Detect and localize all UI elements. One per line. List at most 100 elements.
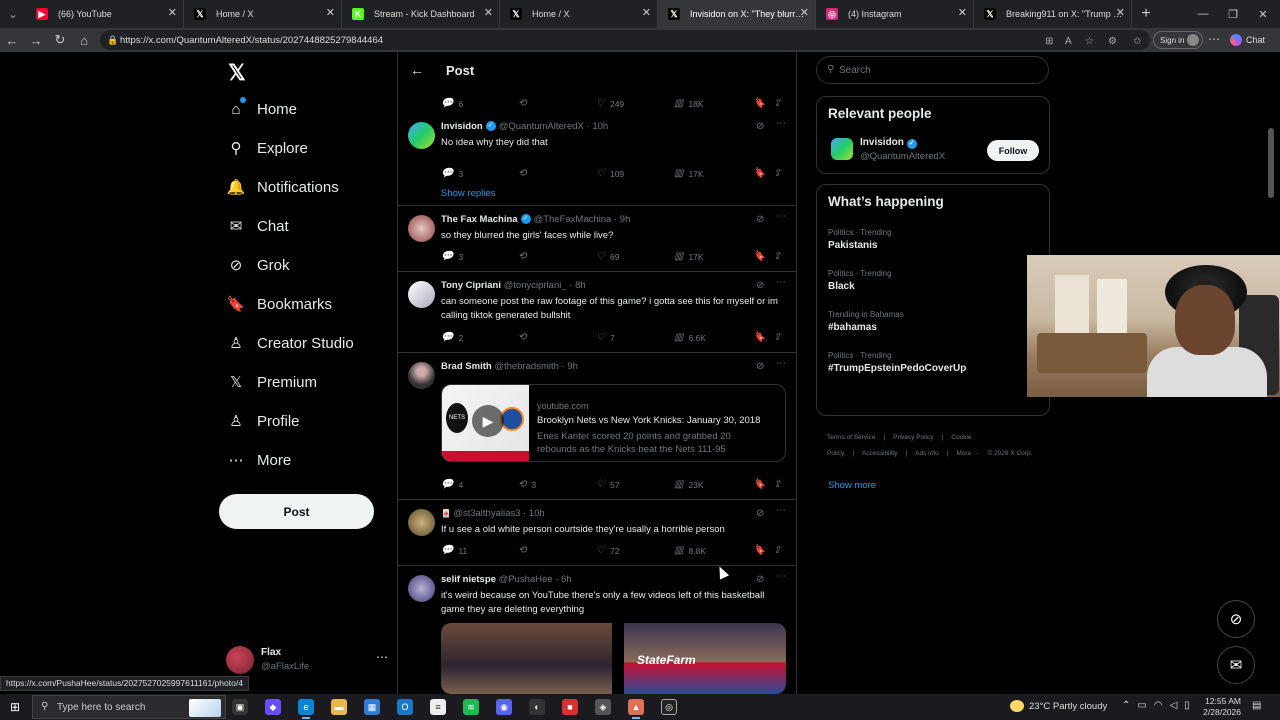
grok-explain-icon[interactable]: ⊘ bbox=[756, 574, 764, 585]
repost-button[interactable]: ⟲ bbox=[518, 98, 526, 109]
tweet-time[interactable]: 9h bbox=[567, 361, 578, 372]
favorites-icon[interactable]: ✩ bbox=[1133, 36, 1141, 47]
tweet-author-handle[interactable]: @QuantumAlteredX bbox=[499, 121, 584, 132]
bookmark-button[interactable]: 🔖 bbox=[753, 332, 765, 343]
show-more-link[interactable]: Show more bbox=[828, 480, 876, 491]
close-tab-icon[interactable]: ✕ bbox=[1116, 6, 1125, 19]
like-button[interactable]: ♡ 109 bbox=[596, 168, 624, 179]
tweet-time[interactable]: 8h bbox=[575, 280, 586, 291]
bookmark-button[interactable]: 🔖 bbox=[753, 545, 765, 556]
address-bar[interactable]: 🔒 https://x.com/QuantumAlteredX/status/2… bbox=[100, 30, 1150, 50]
tweet-time[interactable]: 10h bbox=[529, 508, 545, 519]
avatar[interactable] bbox=[408, 509, 435, 536]
views-button[interactable]: ▥ 17K bbox=[674, 168, 704, 179]
show-replies-link[interactable]: Show replies bbox=[441, 188, 495, 199]
nav-item-premium[interactable]: 𝕏 Premium bbox=[226, 365, 317, 399]
bookmark-button[interactable]: 🔖 bbox=[753, 251, 765, 262]
forward-button[interactable]: → bbox=[24, 28, 48, 52]
notepad-icon[interactable]: ≡ bbox=[430, 699, 446, 715]
bookmark-button[interactable]: 🔖 bbox=[753, 479, 765, 490]
edge-browser-icon[interactable]: e bbox=[298, 699, 314, 719]
share-button[interactable]: ⇪ bbox=[773, 545, 781, 556]
share-button[interactable]: ⇪ bbox=[773, 98, 781, 109]
avatar[interactable] bbox=[408, 575, 435, 602]
views-button[interactable]: ▥ 18K bbox=[674, 98, 704, 109]
footer-link[interactable]: Ads info bbox=[915, 450, 939, 457]
x-logo-icon[interactable]: 𝕏 bbox=[228, 60, 246, 86]
tweet-author-name[interactable]: Brad Smith bbox=[441, 361, 492, 372]
browser-tab[interactable]: 𝕏 Breaking911 on X: "Trump on his✕ bbox=[974, 0, 1132, 28]
post-button[interactable]: Post bbox=[219, 494, 374, 529]
browser-tab[interactable]: ▶ (66) YouTube ✕ bbox=[26, 0, 184, 28]
favorite-star-icon[interactable]: ☆ bbox=[1085, 36, 1094, 47]
like-button[interactable]: ♡ 249 bbox=[596, 98, 624, 109]
task-view-icon[interactable]: ▣ bbox=[232, 699, 248, 715]
streaming-app-icon[interactable]: ▲ bbox=[628, 699, 644, 719]
avatar[interactable] bbox=[408, 362, 435, 389]
media-app-icon[interactable]: ◐ bbox=[529, 699, 545, 715]
views-button[interactable]: ▥ 23K bbox=[674, 479, 704, 490]
nav-item-explore[interactable]: ⚲ Explore bbox=[226, 131, 308, 165]
reply-button[interactable]: 💬 11 bbox=[441, 545, 467, 556]
follow-button[interactable]: Follow bbox=[987, 140, 1039, 161]
close-window-button[interactable]: ✕ bbox=[1248, 0, 1278, 28]
grok-explain-icon[interactable]: ⊘ bbox=[756, 280, 764, 291]
wifi-icon[interactable]: ◠ bbox=[1154, 700, 1163, 711]
grok-fab-icon[interactable]: ⊘ bbox=[1217, 600, 1255, 638]
avatar[interactable] bbox=[831, 138, 853, 160]
outlook-icon[interactable]: O bbox=[397, 699, 413, 715]
close-tab-icon[interactable]: ✕ bbox=[168, 6, 177, 19]
views-button[interactable]: ▥ 8.8K bbox=[674, 545, 706, 556]
reply-button[interactable]: 💬 3 bbox=[441, 168, 463, 179]
grok-explain-icon[interactable]: ⊘ bbox=[756, 508, 764, 519]
file-explorer-icon[interactable]: ▬ bbox=[331, 699, 347, 715]
tweet-author-handle[interactable]: @tonycipriani_ bbox=[504, 280, 567, 291]
trend-item[interactable]: Trending in Bahamas #bahamas bbox=[828, 310, 1038, 333]
tab-list-button[interactable]: ⌄ bbox=[0, 0, 26, 28]
trend-item[interactable]: Politics · Trending Black bbox=[828, 269, 1038, 292]
search-input[interactable]: ⚲ Search bbox=[816, 56, 1049, 84]
copilot-app-icon[interactable]: ◆ bbox=[265, 699, 281, 715]
repost-button[interactable]: ⟲ bbox=[518, 251, 531, 262]
network-icon[interactable]: ▭ bbox=[1137, 700, 1146, 711]
media-photo-1[interactable] bbox=[441, 623, 612, 694]
tweet-author-name[interactable]: Tony Cipriani bbox=[441, 280, 501, 291]
weather-widget[interactable]: 23°C Partly cloudy bbox=[1010, 700, 1107, 712]
browser-tab[interactable]: 𝕏 Invisidon on X: "They blurred out✕ bbox=[658, 0, 816, 28]
tweet-time[interactable]: 9h bbox=[620, 214, 631, 225]
avatar[interactable] bbox=[408, 122, 435, 149]
store-icon[interactable]: ▦ bbox=[364, 699, 380, 715]
like-button[interactable]: ♡ 7 bbox=[596, 332, 615, 343]
copilot-chat-button[interactable]: Chat bbox=[1230, 31, 1265, 49]
play-icon[interactable]: ▶ bbox=[472, 405, 504, 437]
nav-item-grok[interactable]: ⊘ Grok bbox=[226, 248, 290, 282]
back-button[interactable]: ← bbox=[0, 28, 24, 52]
taskbar-search-input[interactable]: ⚲ Type here to search bbox=[32, 695, 226, 719]
sign-in-button[interactable]: Sign in bbox=[1153, 31, 1203, 49]
reply-button[interactable]: 💬 3 bbox=[441, 251, 463, 262]
repost-button[interactable]: ⟲ bbox=[518, 332, 531, 343]
tweet-time[interactable]: 10h bbox=[592, 121, 608, 132]
avatar[interactable] bbox=[408, 281, 435, 308]
like-button[interactable]: ♡ 57 bbox=[596, 479, 619, 490]
obs-icon[interactable]: ◎ bbox=[661, 699, 677, 715]
grok-explain-icon[interactable]: ⊘ bbox=[756, 361, 764, 372]
close-tab-icon[interactable]: ✕ bbox=[958, 6, 967, 19]
back-arrow-icon[interactable]: ← bbox=[410, 62, 424, 78]
share-button[interactable]: ⇪ bbox=[773, 251, 781, 262]
windows-start-icon[interactable]: ⊞ bbox=[10, 700, 20, 714]
trend-item[interactable]: Politics · Trending Pakistanis bbox=[828, 228, 1038, 251]
tweet-author-handle[interactable]: @thebradsmith bbox=[494, 361, 559, 372]
taskbar-clock[interactable]: 12:55 AM 2/28/2026 bbox=[1203, 696, 1241, 718]
tweet-more-icon[interactable]: ⋯ bbox=[776, 118, 786, 129]
tweet-author-handle[interactable]: @PushaHee bbox=[499, 574, 553, 585]
close-tab-icon[interactable]: ✕ bbox=[326, 6, 335, 19]
tweet-more-icon[interactable]: ⋯ bbox=[776, 505, 786, 516]
repost-button[interactable]: ⟲ bbox=[518, 168, 531, 179]
extensions-icon[interactable]: ⚙ bbox=[1108, 36, 1117, 47]
reply-button[interactable]: 💬 4 bbox=[441, 479, 463, 490]
like-button[interactable]: ♡ 69 bbox=[596, 251, 619, 262]
browser-tab[interactable]: ◎ (4) Instagram ✕ bbox=[816, 0, 974, 28]
reply-button[interactable]: 💬 2 bbox=[441, 332, 463, 343]
tweet-more-icon[interactable]: ⋯ bbox=[776, 211, 786, 222]
